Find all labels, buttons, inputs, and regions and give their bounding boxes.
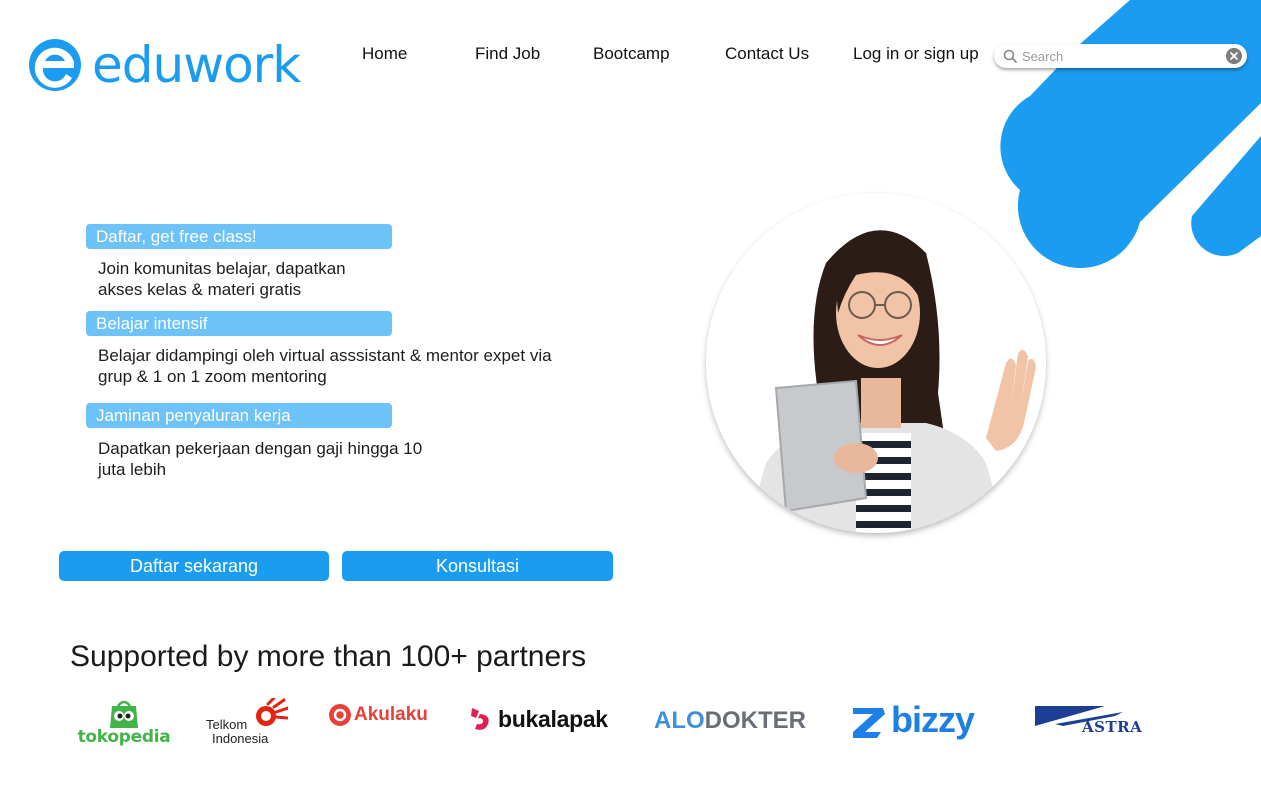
feature-desc-intensive: Belajar didampingi oleh virtual asssista… [98,345,552,387]
partners-heading: Supported by more than 100+ partners [70,640,587,673]
partner-alodokter: ALO DOKTER [654,707,806,735]
alodokter-wordmark-dokter: DOKTER [704,707,807,734]
feature-desc-line: Join komunitas belajar, dapatkan [98,259,346,278]
telkom-wordmark-line1: Telkom [206,717,248,732]
partner-bizzy: bizzy [851,699,975,740]
partner-astra: ASTRA [1035,704,1142,736]
eduwork-logo-icon [29,39,81,91]
nav-bootcamp[interactable]: Bootcamp [593,44,670,64]
feature-desc-line: Belajar didampingi oleh virtual asssista… [98,346,552,365]
feature-desc-line: akses kelas & materi gratis [98,280,302,299]
partner-akulaku: Akulaku [329,703,428,727]
akulaku-wordmark: Akulaku [354,704,428,725]
partner-telkom: Telkom Indonesia [206,698,292,746]
bukalapak-logo-icon [471,708,489,730]
tokopedia-owl-icon [110,700,138,728]
search-icon [1003,49,1017,63]
bizzy-wordmark: bizzy [891,699,975,740]
astra-wordmark: ASTRA [1082,718,1143,736]
feature-desc-line: Dapatkan pekerjaan dengan gaji hingga 10 [98,439,423,458]
brand-name: eduwork [92,36,301,94]
register-now-button[interactable]: Daftar sekarang [59,551,329,581]
nav-login-signup[interactable]: Log in or sign up [853,44,979,64]
bukalapak-wordmark: bukalapak [498,705,608,732]
tokopedia-wordmark: tokopedia [77,727,171,747]
feature-desc-free-class: Join komunitas belajar, dapatkan akses k… [98,258,346,300]
woman-with-laptop-illustration [706,193,1046,533]
nav-contact-us[interactable]: Contact Us [725,44,809,64]
alodokter-wordmark-alo: ALO [654,707,705,734]
nav-home[interactable]: Home [362,44,407,64]
brand-logo[interactable]: eduwork [28,36,301,94]
feature-desc-line: juta lebih [98,460,167,479]
clear-search-icon[interactable] [1226,48,1242,64]
akulaku-logo-icon [329,704,351,726]
partner-tokopedia: tokopedia [77,697,171,747]
telkom-wordmark-line2: Indonesia [212,731,269,746]
feature-title-intensive: Belajar intensif [86,311,392,336]
feature-title-free-class: Daftar, get free class! [86,224,392,249]
feature-title-job-guarantee: Jaminan penyaluran kerja [86,403,392,428]
partner-bukalapak: bukalapak [469,705,608,733]
bizzy-logo-icon [853,708,885,738]
consultation-button[interactable]: Konsultasi [342,551,613,581]
search-input[interactable] [1022,46,1212,66]
nav-find-job[interactable]: Find Job [475,44,540,64]
search-box [994,44,1247,68]
feature-desc-line: grup & 1 on 1 zoom mentoring [98,367,327,386]
hero-photo [706,193,1046,533]
feature-desc-job-guarantee: Dapatkan pekerjaan dengan gaji hingga 10… [98,438,422,480]
